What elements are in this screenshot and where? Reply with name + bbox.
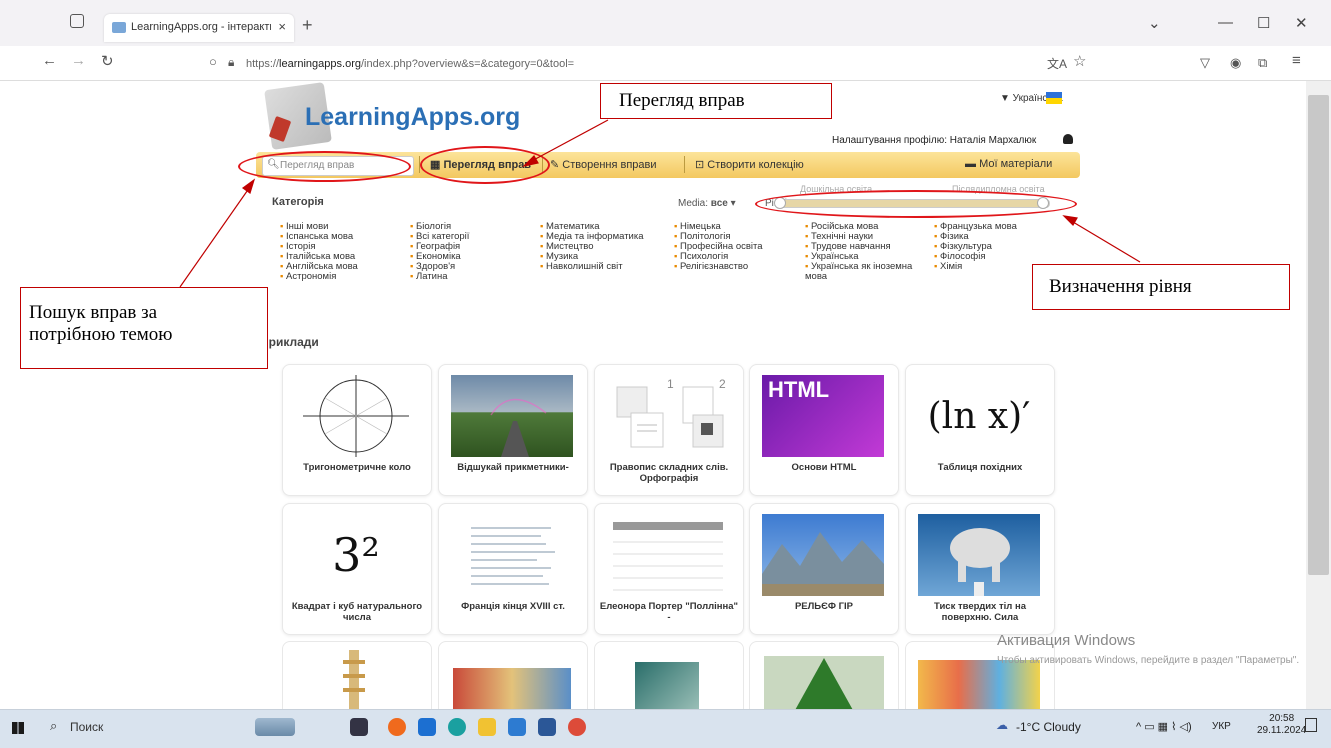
chrome-icon[interactable]	[568, 718, 586, 736]
taskbar-search-icon[interactable]: ⌕	[50, 718, 57, 734]
clock[interactable]: 20:58 29.11.2024	[1257, 713, 1306, 737]
store-icon[interactable]	[508, 718, 526, 736]
browse-arrowhead	[522, 155, 539, 168]
taskbar-widget-icon[interactable]	[255, 718, 295, 736]
outlook-icon[interactable]	[418, 718, 436, 736]
annotation-browse: Перегляд вправ	[600, 83, 832, 119]
file-explorer-icon[interactable]	[478, 718, 496, 736]
windows-activation-title: Активация Windows	[997, 632, 1136, 649]
level-arrow-line	[1067, 218, 1141, 263]
tray-icons[interactable]: ^ ▭ ▦ ⌇ ◁)	[1136, 720, 1192, 733]
annotation-level: Визначення рівня	[1032, 264, 1290, 310]
browse-arrow-line	[527, 119, 609, 164]
annotation-search: Пошук вправ за потрібною темою	[20, 287, 268, 369]
notifications-icon[interactable]	[1305, 718, 1317, 732]
weather-text[interactable]: -1°C Cloudy	[1016, 720, 1081, 734]
weather-icon: ☁	[996, 718, 1008, 732]
task-view-icon[interactable]	[350, 718, 368, 736]
clock-date: 29.11.2024	[1257, 725, 1307, 736]
firefox-icon[interactable]	[388, 718, 406, 736]
clock-time: 20:58	[1269, 713, 1295, 724]
word-icon[interactable]	[538, 718, 556, 736]
annotation-search-line1: Пошук вправ за	[29, 302, 158, 323]
input-language[interactable]: УКР	[1212, 721, 1231, 732]
annotation-search-line2: потрібною темою	[29, 324, 173, 345]
edge-icon[interactable]	[448, 718, 466, 736]
taskbar	[0, 709, 1331, 748]
windows-activation-subtitle: Чтобы активировать Windows, перейдите в …	[997, 655, 1300, 666]
windows-start-icon[interactable]	[12, 722, 24, 734]
search-arrowhead	[241, 178, 256, 194]
search-arrow-line	[179, 183, 253, 288]
taskbar-search[interactable]: Поиск	[70, 720, 103, 734]
